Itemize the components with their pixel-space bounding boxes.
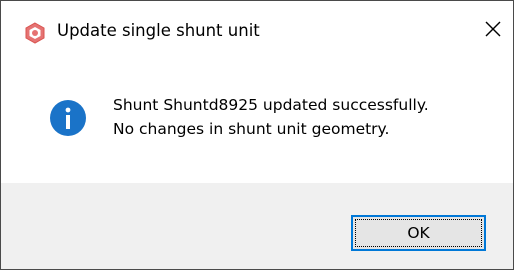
ok-button[interactable]: OK	[351, 215, 486, 251]
message-text: Shunt Shuntd8925 updated successfully. N…	[113, 93, 429, 141]
window-title: Update single shunt unit	[57, 21, 260, 40]
message-dialog: Update single shunt unit Shunt Shuntd892…	[0, 0, 514, 270]
message-line-1: Shunt Shuntd8925 updated successfully.	[113, 96, 429, 114]
button-bar: OK	[1, 183, 513, 269]
close-icon	[484, 20, 502, 42]
info-icon	[49, 99, 87, 137]
app-logo-icon	[24, 22, 46, 44]
title-bar[interactable]: Update single shunt unit	[1, 1, 513, 63]
message-line-2: No changes in shunt unit geometry.	[113, 120, 390, 138]
ok-button-label: OK	[407, 224, 430, 242]
close-button[interactable]	[477, 15, 509, 47]
dialog-content: Shunt Shuntd8925 updated successfully. N…	[1, 63, 513, 183]
